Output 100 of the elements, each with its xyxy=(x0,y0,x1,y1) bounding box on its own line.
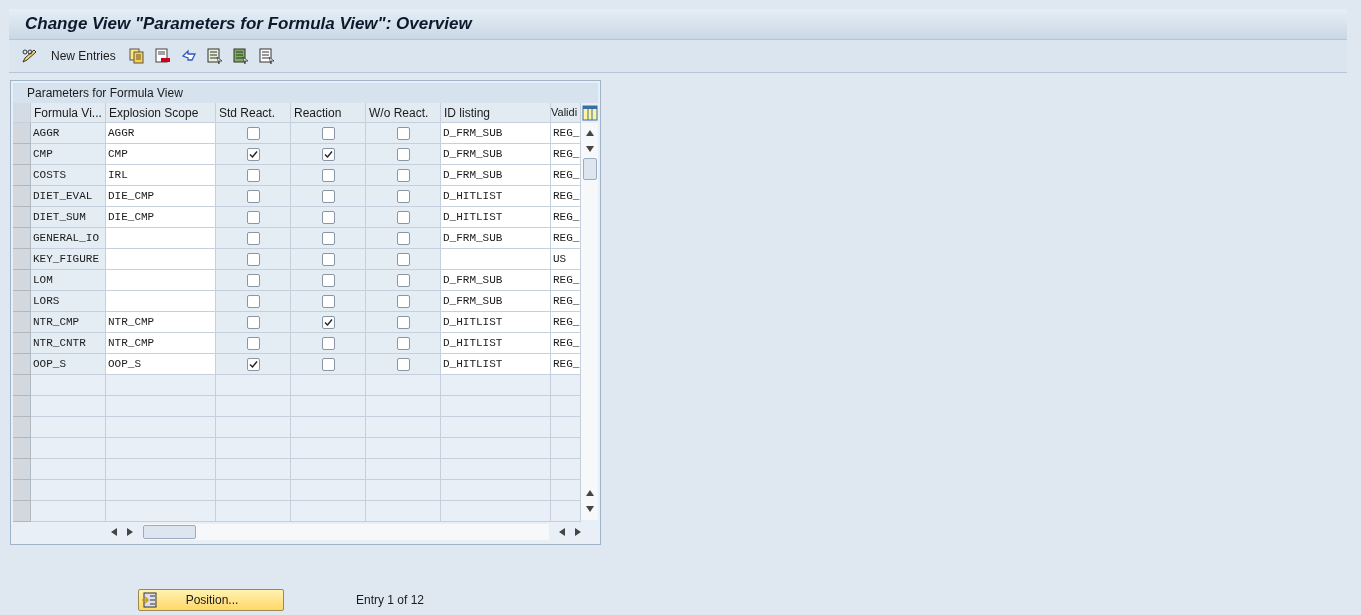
checkbox[interactable] xyxy=(246,168,260,182)
horizontal-scrollbar[interactable] xyxy=(143,524,549,540)
checkbox[interactable] xyxy=(246,315,260,329)
checkbox[interactable] xyxy=(396,189,410,203)
input-field[interactable] xyxy=(441,249,551,270)
input-field[interactable]: D_FRM_SUB xyxy=(441,144,551,165)
input-field[interactable]: D_HITLIST xyxy=(441,333,551,354)
checkbox[interactable] xyxy=(321,231,335,245)
input-field[interactable]: REG_ xyxy=(551,333,581,354)
checkbox[interactable] xyxy=(396,210,410,224)
checkbox[interactable] xyxy=(321,126,335,140)
checkbox[interactable] xyxy=(246,126,260,140)
toolbar-button[interactable] xyxy=(127,46,146,66)
new-entries-button[interactable]: New Entries xyxy=(47,45,120,67)
toolbar-button[interactable] xyxy=(257,46,276,66)
input-field[interactable]: IRL xyxy=(106,165,216,186)
toolbar-button[interactable] xyxy=(153,46,172,66)
scroll-up-icon[interactable] xyxy=(585,130,594,136)
checkbox[interactable] xyxy=(396,336,410,350)
input-field[interactable]: REG_ xyxy=(551,123,581,144)
input-field[interactable]: NTR_CMP xyxy=(106,333,216,354)
input-field[interactable]: NTR_CMP xyxy=(106,312,216,333)
input-field[interactable]: D_FRM_SUB xyxy=(441,165,551,186)
checkbox[interactable] xyxy=(246,273,260,287)
position-button[interactable]: Position... xyxy=(138,589,284,611)
checkbox[interactable] xyxy=(396,294,410,308)
scroll-thumb[interactable] xyxy=(582,158,597,180)
input-field[interactable]: REG_ xyxy=(551,291,581,312)
checkbox[interactable] xyxy=(396,357,410,371)
checkbox[interactable] xyxy=(321,189,335,203)
checkbox[interactable] xyxy=(396,273,410,287)
checkbox[interactable] xyxy=(246,189,260,203)
scroll-up-icon[interactable] xyxy=(585,490,594,496)
copy-icon xyxy=(128,48,145,64)
checkbox[interactable] xyxy=(321,273,335,287)
scroll-right-icon[interactable] xyxy=(575,528,581,536)
input-field[interactable]: D_FRM_SUB xyxy=(441,228,551,249)
input-field[interactable]: REG_ xyxy=(551,354,581,375)
table-cell: LOM xyxy=(31,270,106,291)
panel-title: Parameters for Formula View xyxy=(27,85,183,102)
input-field[interactable]: D_FRM_SUB xyxy=(441,291,551,312)
input-field[interactable] xyxy=(106,228,216,249)
checkbox[interactable] xyxy=(396,231,410,245)
input-field[interactable]: CMP xyxy=(106,144,216,165)
input-field[interactable] xyxy=(106,291,216,312)
input-field[interactable]: D_HITLIST xyxy=(441,186,551,207)
vertical-scrollbar[interactable] xyxy=(581,123,598,520)
input-field[interactable]: REG_ xyxy=(551,165,581,186)
checkbox[interactable] xyxy=(246,147,260,161)
column-settings-icon[interactable] xyxy=(581,103,598,123)
input-field[interactable]: REG_ xyxy=(551,207,581,228)
input-field[interactable]: REG_ xyxy=(551,144,581,165)
table-cell: COSTS xyxy=(31,165,106,186)
input-field[interactable]: D_HITLIST xyxy=(441,207,551,228)
pencil-glasses-icon xyxy=(21,48,39,64)
input-field[interactable]: REG_ xyxy=(551,312,581,333)
input-field[interactable]: D_HITLIST xyxy=(441,312,551,333)
input-field[interactable] xyxy=(106,249,216,270)
toolbar-button[interactable] xyxy=(21,46,39,66)
checkbox[interactable] xyxy=(246,252,260,266)
table-cell: KEY_FIGURE xyxy=(31,249,106,270)
input-field[interactable]: OOP_S xyxy=(106,354,216,375)
entry-count: Entry 1 of 12 xyxy=(356,592,425,609)
input-field[interactable]: US xyxy=(551,249,581,270)
checkbox[interactable] xyxy=(321,294,335,308)
input-field[interactable]: DIE_CMP xyxy=(106,186,216,207)
input-field[interactable]: D_FRM_SUB xyxy=(441,123,551,144)
checkbox[interactable] xyxy=(321,147,335,161)
input-field[interactable] xyxy=(106,270,216,291)
input-field[interactable]: REG_ xyxy=(551,228,581,249)
checkbox[interactable] xyxy=(321,315,335,329)
checkbox[interactable] xyxy=(246,336,260,350)
checkbox[interactable] xyxy=(321,357,335,371)
scroll-right-icon[interactable] xyxy=(127,528,133,536)
input-field[interactable]: REG_ xyxy=(551,186,581,207)
checkbox[interactable] xyxy=(246,294,260,308)
checkbox[interactable] xyxy=(321,252,335,266)
checkbox[interactable] xyxy=(321,168,335,182)
scroll-thumb[interactable] xyxy=(143,525,196,539)
checkbox[interactable] xyxy=(396,315,410,329)
checkbox[interactable] xyxy=(321,210,335,224)
checkbox[interactable] xyxy=(396,252,410,266)
input-field[interactable]: AGGR xyxy=(106,123,216,144)
input-field[interactable]: DIE_CMP xyxy=(106,207,216,228)
input-field[interactable]: REG_ xyxy=(551,270,581,291)
input-field[interactable]: D_HITLIST xyxy=(441,354,551,375)
checkbox[interactable] xyxy=(321,336,335,350)
checkbox[interactable] xyxy=(246,210,260,224)
toolbar-button[interactable] xyxy=(205,46,224,66)
scroll-left-icon[interactable] xyxy=(559,528,565,536)
checkbox[interactable] xyxy=(396,126,410,140)
scroll-down-icon[interactable] xyxy=(585,146,594,152)
scroll-left-icon[interactable] xyxy=(111,528,117,536)
checkbox[interactable] xyxy=(396,147,410,161)
checkbox[interactable] xyxy=(396,168,410,182)
scroll-down-icon[interactable] xyxy=(585,506,594,512)
toolbar-button[interactable] xyxy=(231,46,250,66)
checkbox[interactable] xyxy=(246,357,260,371)
checkbox[interactable] xyxy=(246,231,260,245)
input-field[interactable]: D_FRM_SUB xyxy=(441,270,551,291)
